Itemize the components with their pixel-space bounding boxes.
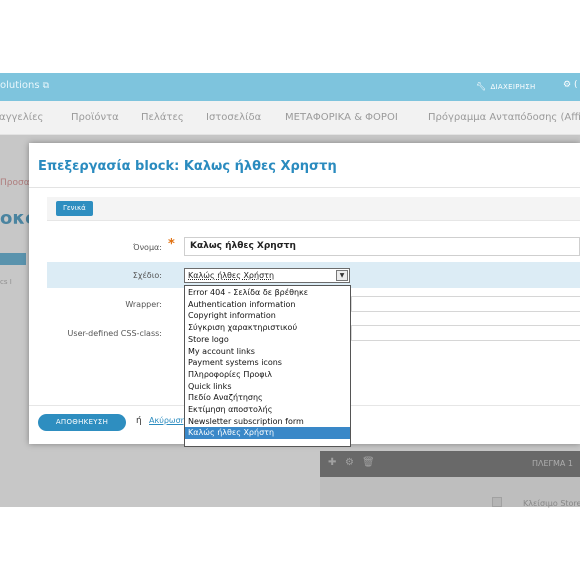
dropdown-option[interactable]: Εκτίμηση αποστολής <box>185 404 350 416</box>
dropdown-option[interactable]: Payment systems icons <box>185 357 350 369</box>
name-field[interactable]: Καλως ήλθες Χρηστη <box>184 237 580 256</box>
maintenance-label: ΔΙΑΧΕΙΡΗΣΗ <box>490 83 536 91</box>
external-link-icon: ⧉ <box>42 81 50 91</box>
dropdown-option[interactable]: Σύγκριση χαρακτηριστικού <box>185 322 350 334</box>
dropdown-option[interactable]: Authentication information <box>185 299 350 311</box>
settings-menu-label: ( <box>573 80 578 90</box>
required-mark: * <box>168 237 175 252</box>
dropdown-option[interactable]: Error 404 - Σελίδα δε βρέθηκε <box>185 287 350 299</box>
wrapper-select[interactable] <box>351 296 580 312</box>
dialog-tabs: Γενικά <box>47 197 580 221</box>
page: olutions ⧉ 🔧︎ ΔΙΑΧΕΙΡΗΣΗ ⚙ ( αγγελίες Προϊ… <box>0 0 580 580</box>
dropdown-option[interactable]: Store logo <box>185 334 350 346</box>
wrench-icon: 🔧︎ <box>476 82 487 91</box>
design-label: Σχέδιο: <box>132 271 162 280</box>
cancel-link[interactable]: Ακύρωση <box>149 416 186 425</box>
dropdown-option[interactable]: Copyright information <box>185 310 350 322</box>
dropdown-option[interactable]: Πληροφορίες Προφιλ <box>185 369 350 381</box>
dialog-title: Επεξεργασία block: Καλως ήλθες Χρηστη <box>38 159 337 174</box>
store-brand-link[interactable]: olutions ⧉ <box>0 80 49 91</box>
top-admin-bar: olutions ⧉ 🔧︎ ΔΙΑΧΕΙΡΗΣΗ ⚙ ( <box>0 73 580 101</box>
save-button[interactable]: ΑΠΟΘΗΚΕΥΣΗ <box>38 414 126 431</box>
design-dropdown-list[interactable]: Error 404 - Σελίδα δε βρέθηκε Authentica… <box>184 285 351 447</box>
dialog-title-divider <box>29 187 580 188</box>
nav-item-orders[interactable]: αγγελίες <box>0 112 43 123</box>
css-class-label: User-defined CSS-class: <box>67 329 162 338</box>
dropdown-option[interactable]: Πεδίο Αναζήτησης <box>185 392 350 404</box>
nav-item-website[interactable]: Ιστοσελίδα <box>206 112 261 123</box>
design-select-value: Καλώς ήλθες Χρήστη <box>188 271 275 280</box>
settings-menu[interactable]: ⚙ ( <box>563 80 577 90</box>
edit-block-dialog: Επεξεργασία block: Καλως ήλθες Χρηστη Γε… <box>29 143 580 447</box>
dropdown-option[interactable]: My account links <box>185 346 350 358</box>
dropdown-option[interactable]: Newsletter subscription form <box>185 416 350 428</box>
or-text: ή <box>136 416 142 426</box>
nav-item-customers[interactable]: Πελάτες <box>141 112 184 123</box>
nav-item-shipping-taxes[interactable]: ΜΕΤΑΦΟΡΙΚΑ & ΦΟΡΟΙ <box>285 112 398 123</box>
gear-icon: ⚙ <box>563 80 572 90</box>
main-nav: αγγελίες Προϊόντα Πελάτες Ιστοσελίδα ΜΕΤ… <box>0 101 580 135</box>
nav-item-affiliate[interactable]: Πρόγραμμα Ανταπόδοσης (Affil <box>428 112 580 123</box>
nav-item-products[interactable]: Προϊόντα <box>71 112 119 123</box>
dropdown-option-selected[interactable]: Καλώς ήλθες Χρήστη <box>185 427 350 440</box>
design-select[interactable]: Καλώς ήλθες Χρήστη ▼ <box>184 268 350 283</box>
maintenance-link[interactable]: 🔧︎ ΔΙΑΧΕΙΡΗΣΗ <box>476 82 536 91</box>
tab-general[interactable]: Γενικά <box>56 201 93 216</box>
css-class-field[interactable] <box>351 325 580 341</box>
wrapper-label: Wrapper: <box>125 300 162 309</box>
store-brand-label: olutions <box>0 80 40 91</box>
chevron-down-icon[interactable]: ▼ <box>336 270 348 281</box>
dropdown-option[interactable]: Quick links <box>185 381 350 393</box>
name-label: Όνομα: <box>133 243 162 252</box>
